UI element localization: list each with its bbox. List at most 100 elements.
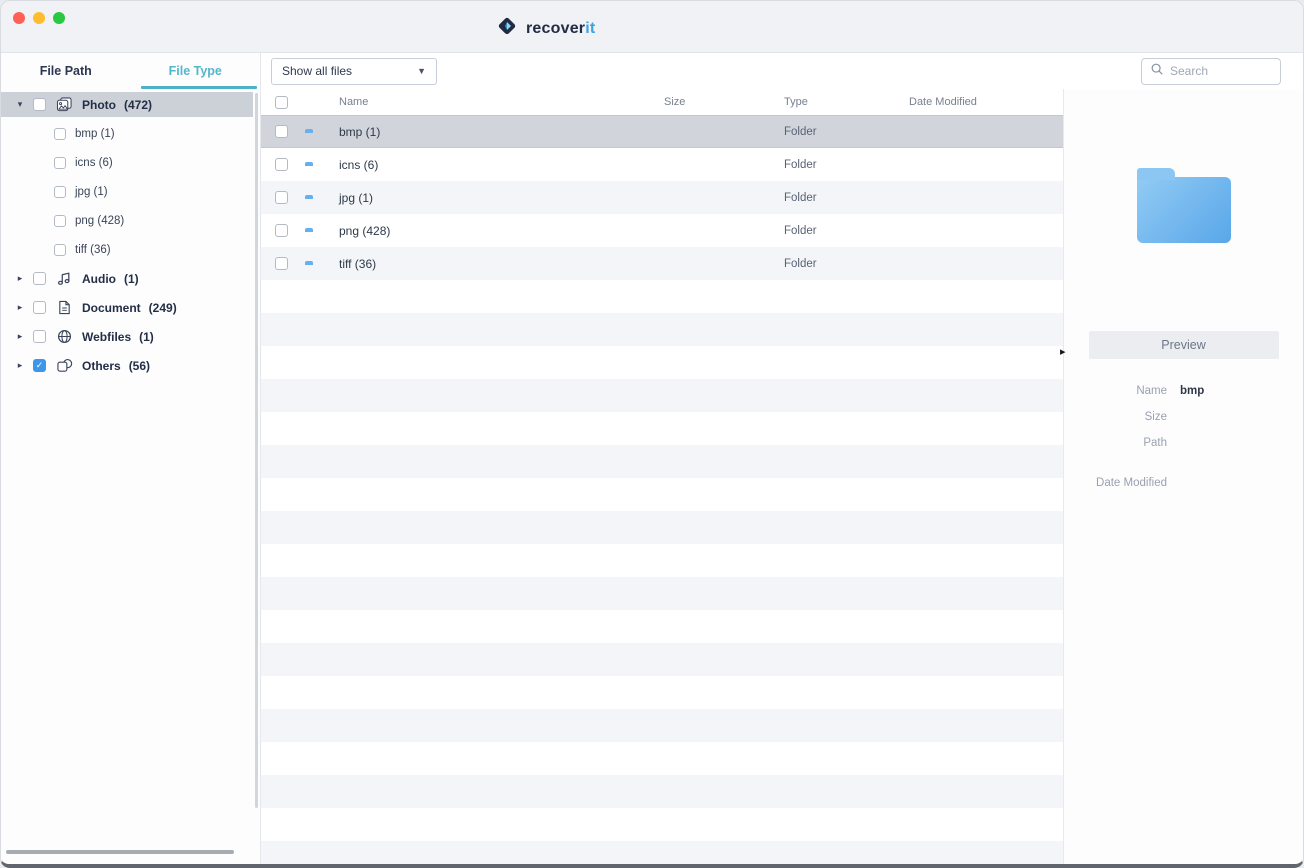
tree-item-count: (249) [149,301,177,315]
disclosure-triangle-icon[interactable]: ▸ [15,331,25,342]
preview-field: Name bmp [1064,385,1303,397]
tree-child-checkbox[interactable] [54,157,66,169]
tree-item-count: (1) [139,330,154,344]
recoverit-logo-icon [495,14,519,43]
tree-item-row[interactable]: ▾ Photo (472) [1,92,253,117]
tree-item-checkbox[interactable] [33,272,46,285]
tree-item-label: Document [82,301,141,315]
cell-name: tiff (36) [339,257,664,271]
logo-wordmark: recoverit [526,20,595,38]
tab-file-path[interactable]: File Path [1,53,131,89]
sidebar-horizontal-scrollbar[interactable] [6,850,234,854]
search-input[interactable] [1170,64,1272,78]
tree-item-checkbox[interactable] [33,359,46,372]
tree-item-checkbox[interactable] [33,301,46,314]
tree-child-label: icns (6) [75,157,113,169]
row-checkbox[interactable] [275,125,288,138]
row-checkbox[interactable] [275,158,288,171]
tree-item-checkbox[interactable] [33,330,46,343]
tree-child-checkbox[interactable] [54,128,66,140]
table-row[interactable]: png (428) Folder [261,214,1063,247]
preview-field: Path [1064,437,1303,449]
field-value: bmp [1180,385,1303,397]
disclosure-triangle-icon[interactable]: ▾ [15,99,25,110]
tree-child-checkbox[interactable] [54,186,66,198]
cell-type: Folder [784,258,909,270]
field-label: Path [1064,437,1167,449]
field-label: Date Modified [1064,477,1167,489]
column-header-name[interactable]: Name [339,96,664,108]
file-filter-dropdown[interactable]: Show all files ▼ [271,58,437,85]
tree-item-row[interactable]: ▸ Audio (1) [1,266,253,291]
file-list-header: Name Size Type Date Modified [261,89,1063,115]
tree-item: ▸ Others (56) [1,353,260,378]
preview-button[interactable]: Preview [1089,331,1279,359]
folder-preview-icon [1137,177,1231,243]
table-row[interactable]: bmp (1) Folder [261,115,1063,148]
disclosure-triangle-icon[interactable]: ▸ [15,302,25,313]
file-type-tree: ▾ Photo (472) bmp (1) icns (6) jpg (1) p… [1,89,260,864]
search-box[interactable] [1141,58,1281,85]
row-checkbox[interactable] [275,191,288,204]
recoverit-logo: recoverit [495,14,595,43]
preview-panel: ▸ Preview Name bmp Size Path Date Modifi… [1064,89,1303,864]
tree-item-count: (472) [124,98,152,112]
main-area: Show all files ▼ [261,53,1303,864]
tree-item-row[interactable]: ▸ Document (249) [1,295,253,320]
row-checkbox[interactable] [275,224,288,237]
tree-child-checkbox[interactable] [54,244,66,256]
table-row[interactable]: icns (6) Folder [261,148,1063,181]
table-row[interactable]: jpg (1) Folder [261,181,1063,214]
tab-file-type[interactable]: File Type [131,53,261,89]
tree-child-label: png (428) [75,215,124,227]
select-all-checkbox[interactable] [275,96,288,109]
tree-child-item[interactable]: jpg (1) [1,179,260,204]
column-header-type[interactable]: Type [784,96,909,108]
close-button[interactable] [13,12,25,24]
panel-collapse-handle[interactable]: ▸ [1060,345,1066,358]
column-header-size[interactable]: Size [664,96,784,108]
chevron-down-icon: ▼ [417,66,426,76]
search-icon [1150,62,1164,81]
tree-item-label: Photo [82,98,116,112]
file-filter-value: Show all files [282,64,352,78]
cell-type: Folder [784,225,909,237]
zoom-button[interactable] [53,12,65,24]
disclosure-triangle-icon[interactable]: ▸ [15,360,25,371]
preview-fields: Name bmp Size Path Date Modified [1064,385,1303,489]
file-list: Name Size Type Date Modified bmp (1) Fol… [261,89,1063,864]
tree-item-label: Webfiles [82,330,131,344]
category-icon [54,271,74,287]
tree-child-checkbox[interactable] [54,215,66,227]
toolbar: Show all files ▼ [261,53,1303,89]
minimize-button[interactable] [33,12,45,24]
tree-item-row[interactable]: ▸ Others (56) [1,353,253,378]
tree-child-item[interactable]: png (428) [1,208,260,233]
table-row[interactable]: tiff (36) Folder [261,247,1063,280]
traffic-lights [13,12,65,24]
tree-child-item[interactable]: tiff (36) [1,237,260,262]
row-checkbox[interactable] [275,257,288,270]
sidebar-vertical-scrollbar[interactable] [255,93,258,808]
file-list-rows: bmp (1) Folder icns (6) Folder jpg (1) F… [261,115,1063,864]
tree-item-checkbox[interactable] [33,98,46,111]
disclosure-triangle-icon[interactable]: ▸ [15,273,25,284]
tree-child-item[interactable]: icns (6) [1,150,260,175]
category-icon [54,329,74,345]
tree-child-item[interactable]: bmp (1) [1,121,260,146]
field-label: Size [1064,411,1167,423]
tree-item-row[interactable]: ▸ Webfiles (1) [1,324,253,349]
sidebar-tabs: File Path File Type [1,53,260,89]
preview-field: Date Modified [1064,477,1303,489]
tree-item-label: Audio [82,272,116,286]
tree-children: bmp (1) icns (6) jpg (1) png (428) tiff … [1,121,260,262]
category-icon [54,97,74,113]
cell-name: bmp (1) [339,125,664,139]
category-icon [54,358,74,374]
titlebar: recoverit [1,1,1303,53]
cell-name: icns (6) [339,158,664,172]
recoverit-window: recoverit File Path File Type ▾ Photo (4… [0,0,1304,868]
column-header-date-modified[interactable]: Date Modified [909,96,1063,108]
tree-item: ▸ Webfiles (1) [1,324,260,349]
category-icon [54,300,74,316]
